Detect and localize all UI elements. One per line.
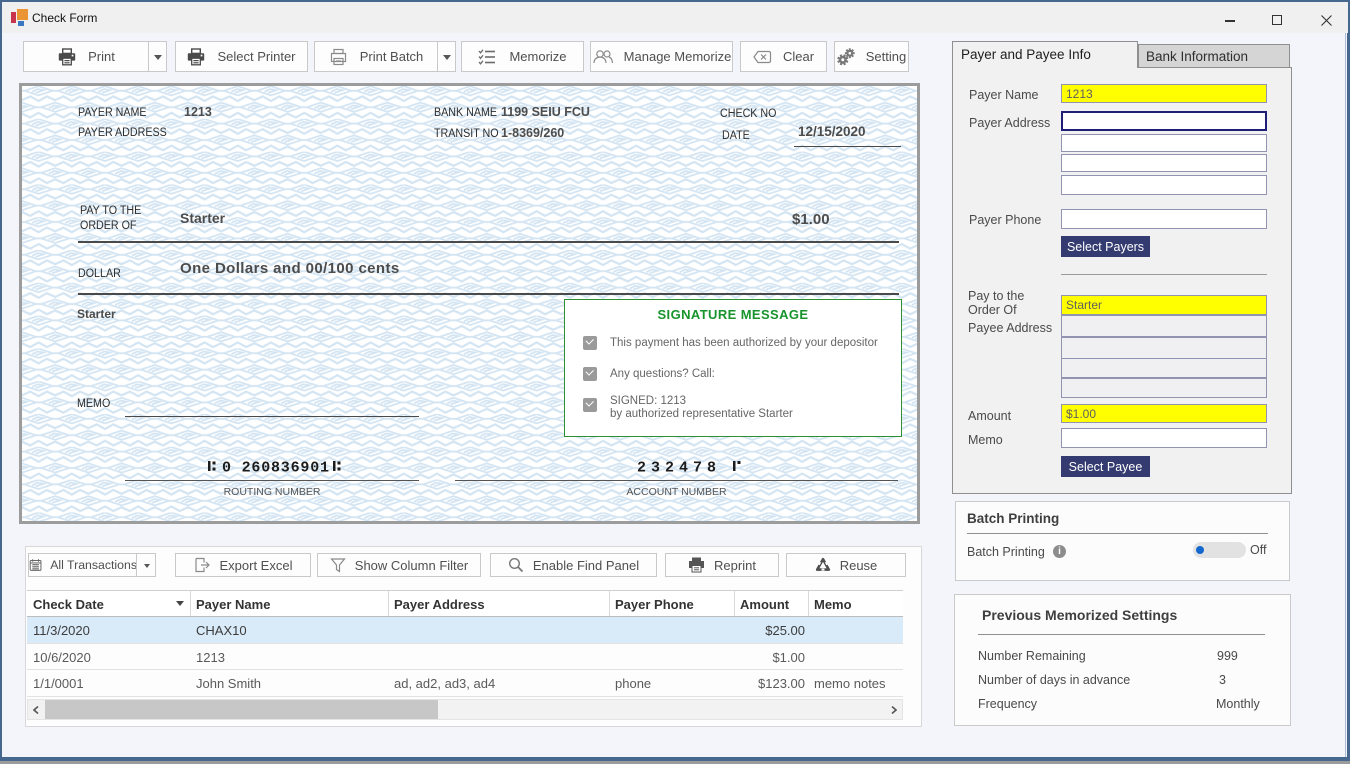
svg-text:232478: 232478 <box>637 460 721 474</box>
svg-text:0 260836901: 0 260836901 <box>222 460 330 474</box>
